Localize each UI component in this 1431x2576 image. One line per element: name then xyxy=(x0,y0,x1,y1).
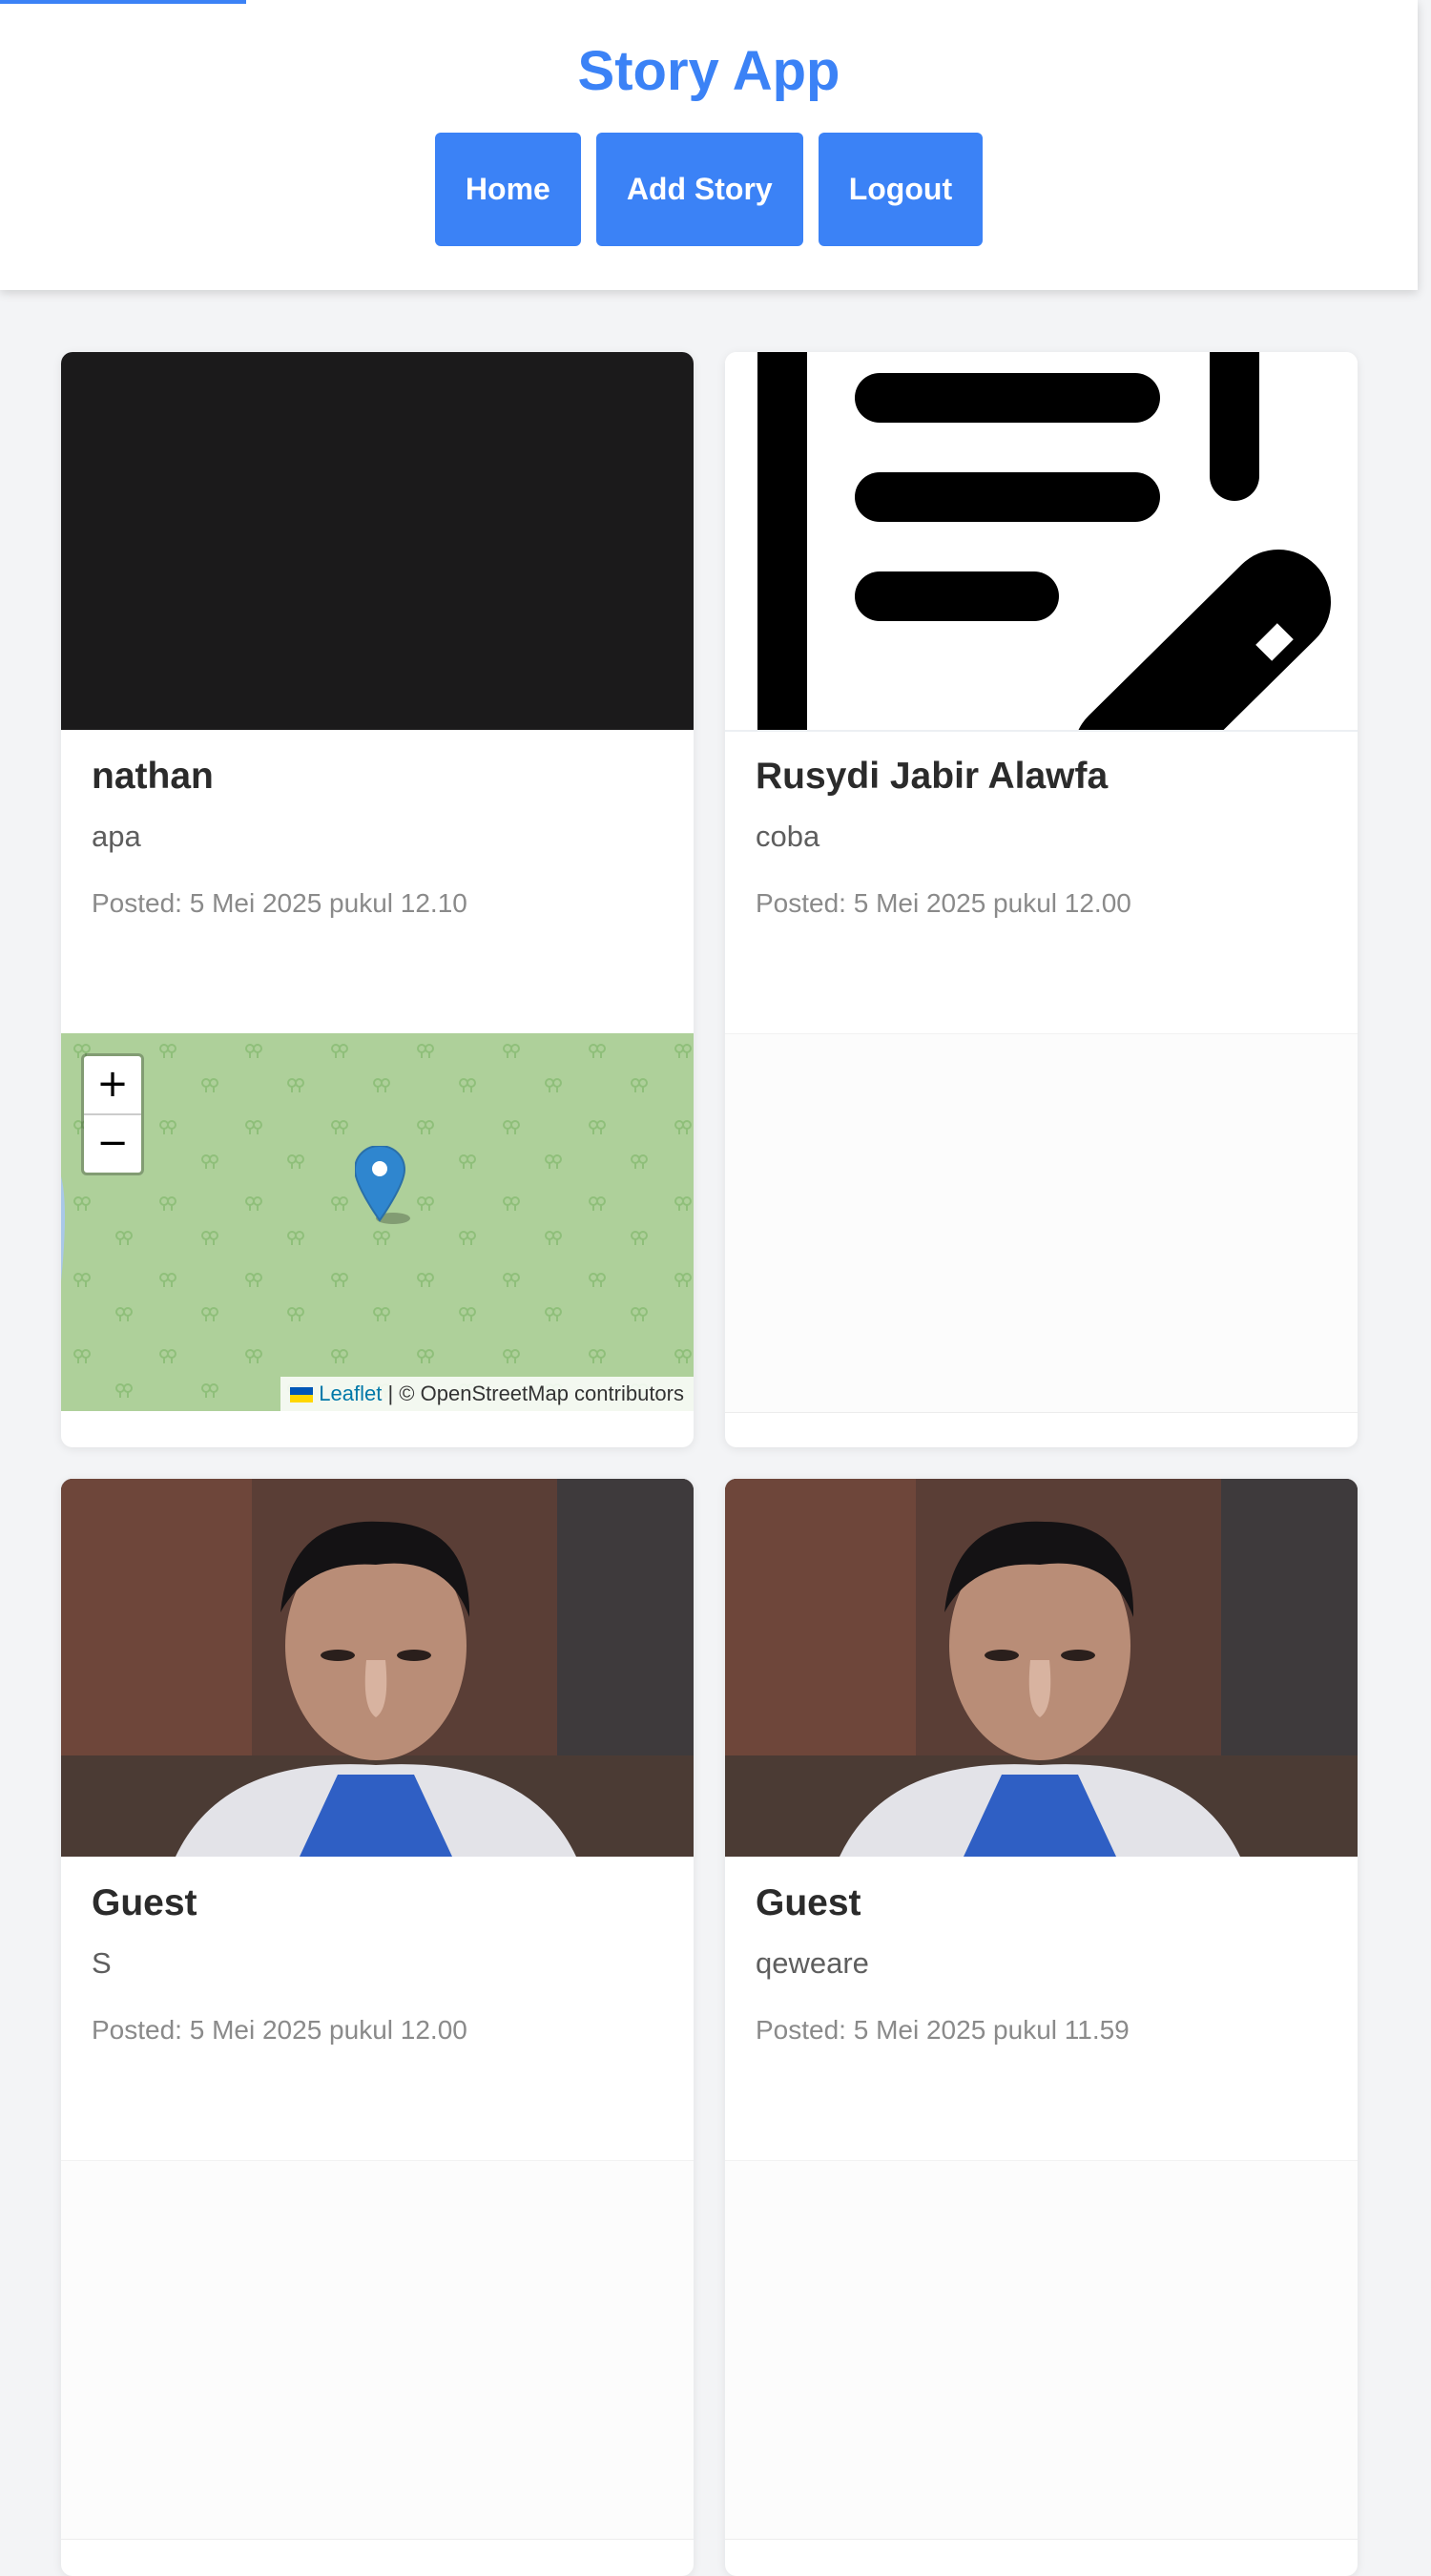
story-description: S xyxy=(92,1946,112,1980)
story-body: Guest S Posted: 5 Mei 2025 pukul 12.00 xyxy=(92,1878,663,2049)
main-nav: Home Add Story Logout xyxy=(0,133,1418,246)
story-body: Rusydi Jabir Alawfa coba Posted: 5 Mei 2… xyxy=(756,751,1327,923)
story-date: Posted: 5 Mei 2025 pukul 12.00 xyxy=(756,888,1131,918)
zoom-in-button[interactable]: + xyxy=(84,1056,141,1115)
user-photo xyxy=(61,1479,694,1857)
story-card: Guest qeweare Posted: 5 Mei 2025 pukul 1… xyxy=(725,1479,1358,2576)
story-author: nathan xyxy=(92,756,214,797)
story-author: Guest xyxy=(92,1882,197,1923)
story-photo xyxy=(725,1479,1358,1857)
story-card: Rusydi Jabir Alawfa coba Posted: 5 Mei 2… xyxy=(725,352,1358,1447)
user-photo xyxy=(725,1479,1358,1857)
story-card: nathan apa Posted: 5 Mei 2025 pukul 12.1… xyxy=(61,352,694,1447)
story-map-placeholder xyxy=(725,2160,1358,2540)
story-photo xyxy=(61,1479,694,1857)
story-date: Posted: 5 Mei 2025 pukul 12.10 xyxy=(92,888,467,918)
story-image xyxy=(725,352,1358,732)
document-edit-icon xyxy=(757,352,1331,730)
story-description: apa xyxy=(92,820,141,853)
leaflet-link[interactable]: Leaflet xyxy=(319,1381,382,1405)
story-card: Guest S Posted: 5 Mei 2025 pukul 12.00 xyxy=(61,1479,694,2576)
nav-home-button[interactable]: Home xyxy=(434,133,581,246)
story-map[interactable]: + − Leaflet | © OpenStreetMap contributo… xyxy=(61,1033,694,1411)
story-author: Guest xyxy=(756,1882,861,1923)
story-description: coba xyxy=(756,820,820,853)
zoom-out-button[interactable]: − xyxy=(84,1115,141,1173)
app-title: Story App xyxy=(577,40,840,102)
story-image xyxy=(61,352,694,730)
story-date: Posted: 5 Mei 2025 pukul 12.00 xyxy=(92,2015,467,2045)
story-body: nathan apa Posted: 5 Mei 2025 pukul 12.1… xyxy=(92,751,663,923)
nav-add-story-button[interactable]: Add Story xyxy=(595,133,803,246)
story-description: qeweare xyxy=(756,1946,869,1980)
nav-logout-button[interactable]: Logout xyxy=(818,133,984,246)
ukraine-flag-icon xyxy=(290,1387,314,1403)
story-author: Rusydi Jabir Alawfa xyxy=(756,756,1109,797)
map-marker-icon[interactable] xyxy=(355,1146,422,1228)
story-body: Guest qeweare Posted: 5 Mei 2025 pukul 1… xyxy=(756,1878,1327,2049)
story-map-placeholder xyxy=(61,2160,694,2540)
story-map-placeholder xyxy=(725,1033,1358,1413)
story-date: Posted: 5 Mei 2025 pukul 11.59 xyxy=(756,2015,1130,2045)
loading-progress-bar xyxy=(0,0,246,4)
attribution-text: | © OpenStreetMap contributors xyxy=(387,1381,684,1405)
map-attribution: Leaflet | © OpenStreetMap contributors xyxy=(280,1377,694,1411)
map-zoom-control: + − xyxy=(81,1053,144,1175)
app-header: Story App Home Add Story Logout xyxy=(0,0,1418,290)
